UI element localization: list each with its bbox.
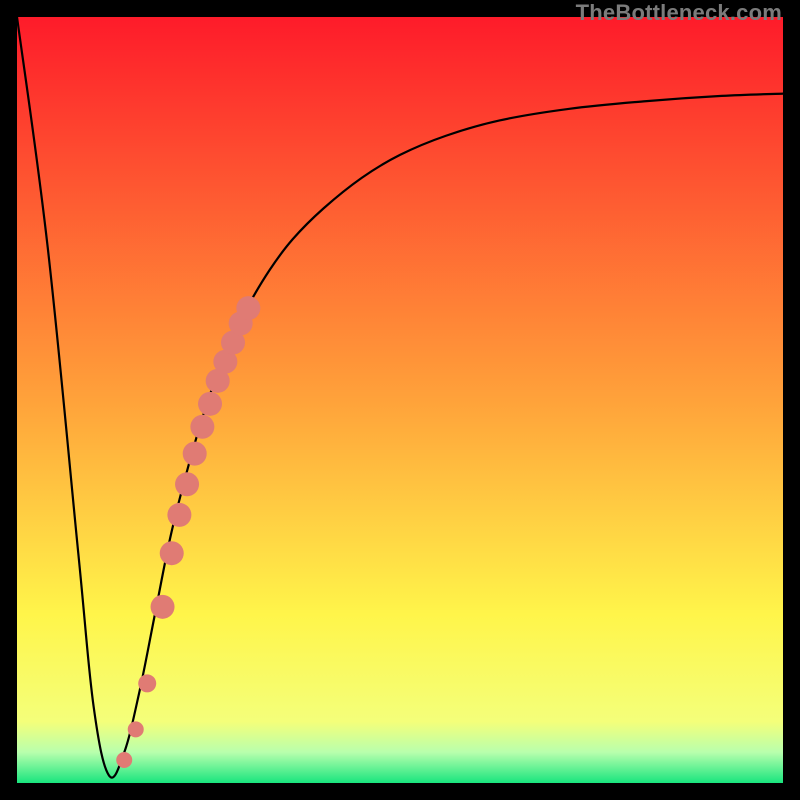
plot-area <box>17 17 783 783</box>
marker-dot <box>116 752 132 768</box>
plot-svg <box>17 17 783 783</box>
marker-dot <box>175 472 199 496</box>
marker-dot <box>190 415 214 439</box>
marker-dot <box>167 503 191 527</box>
marker-dot <box>151 595 175 619</box>
marker-dot <box>236 296 260 320</box>
watermark-text: TheBottleneck.com <box>576 0 782 26</box>
marker-dot <box>138 674 156 692</box>
bottleneck-curve <box>17 17 783 778</box>
marker-dot <box>128 721 144 737</box>
marker-dot <box>198 392 222 416</box>
marker-dot <box>160 541 184 565</box>
marker-dot <box>183 442 207 466</box>
chart-stage: TheBottleneck.com <box>0 0 800 800</box>
